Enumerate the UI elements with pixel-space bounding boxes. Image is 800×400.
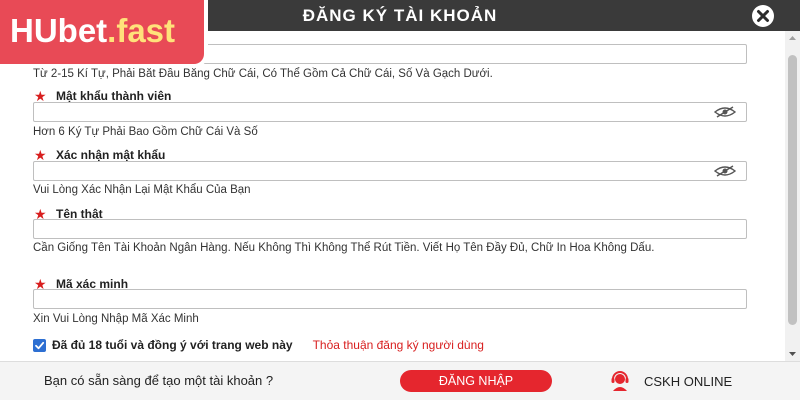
confirm-password-hint: Vui Lòng Xác Nhận Lại Mật Khẩu Của Bạn: [33, 184, 251, 196]
create-account-question: Bạn có sẵn sàng để tạo một tài khoản ?: [44, 373, 274, 388]
terms-link[interactable]: Thỏa thuận đăng ký người dùng: [313, 338, 484, 352]
logo-text-main: HUbet: [10, 12, 108, 49]
realname-hint: Cần Giống Tên Tài Khoản Ngân Hàng. Nếu K…: [33, 242, 655, 254]
close-button[interactable]: [752, 5, 774, 27]
scroll-up-arrow-icon[interactable]: [785, 31, 800, 45]
captcha-hint: Xin Vui Lòng Nhập Mã Xác Minh: [33, 313, 199, 325]
agreement-text: Đã đủ 18 tuổi và đồng ý với trang web nà…: [52, 338, 293, 352]
login-button[interactable]: ĐĂNG NHẬP: [400, 370, 552, 392]
agreement-checkbox[interactable]: [33, 338, 46, 352]
scroll-thumb[interactable]: [788, 55, 797, 325]
close-icon: [753, 6, 773, 26]
username-hint: Từ 2-15 Kí Tự, Phải Bắt Đầu Bằng Chữ Cái…: [33, 68, 493, 80]
password-label: ★ Mật khẩu thành viên: [34, 88, 172, 104]
checkbox-checked-icon: [35, 341, 45, 349]
scroll-down-arrow-icon[interactable]: [785, 347, 800, 361]
form-scrollbar[interactable]: [785, 31, 800, 361]
registration-dialog: ĐĂNG KÝ TÀI KHOẢN HUbet.fast Từ 2-15 Kí …: [0, 0, 800, 400]
logo-text-domain: .fast: [107, 12, 176, 49]
eye-hidden-icon[interactable]: [714, 165, 736, 177]
captcha-input[interactable]: [33, 289, 747, 309]
support-label: CSKH ONLINE: [644, 373, 733, 389]
password-input[interactable]: [33, 102, 747, 122]
brand-logo: HUbet.fast: [0, 0, 208, 68]
agreement-row: Đã đủ 18 tuổi và đồng ý với trang web nà…: [33, 338, 484, 352]
confirm-password-label: ★ Xác nhận mật khẩu: [34, 147, 166, 163]
realname-input[interactable]: [33, 219, 747, 239]
customer-support-button[interactable]: CSKH ONLINE: [609, 370, 732, 392]
password-hint: Hơn 6 Ký Tự Phải Bao Gồm Chữ Cái Và Số: [33, 126, 258, 138]
support-agent-icon: [611, 371, 629, 391]
required-star-icon: ★: [34, 88, 47, 104]
confirm-password-input[interactable]: [33, 161, 747, 181]
registration-form: Từ 2-15 Kí Tự, Phải Bắt Đầu Bằng Chữ Cái…: [0, 31, 785, 361]
dialog-footer: Bạn có sẵn sàng để tạo một tài khoản ? Đ…: [0, 361, 800, 400]
eye-hidden-icon[interactable]: [714, 106, 736, 118]
required-star-icon: ★: [34, 147, 47, 163]
